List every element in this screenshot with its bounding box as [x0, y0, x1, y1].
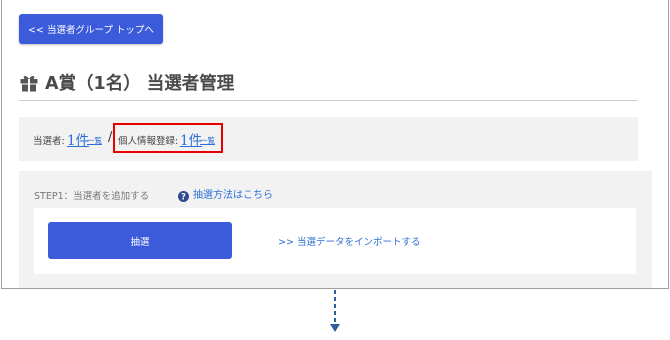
draw-lottery-button[interactable]: 抽選 [48, 222, 232, 259]
dashed-arrow-down-icon [330, 290, 340, 332]
import-winner-data-link[interactable]: >> 当選データをインポートする [278, 234, 420, 248]
svg-text:?: ? [181, 193, 186, 202]
step1-label: STEP1：当選者を追加する [34, 191, 150, 202]
winners-list-link[interactable]: 一覧 [87, 135, 102, 146]
winners-label: 当選者: [33, 136, 65, 147]
step1-panel: STEP1：当選者を追加する ? 抽選方法はこちら 抽選 >> 当選データをイン… [19, 171, 652, 288]
page-frame: << 当選者グループ トップへ A賞（1名） 当選者管理 当選者: 1件 一覧 … [1, 0, 669, 289]
summary-panel: 当選者: 1件 一覧 / 個人情報登録: 1件 一覧 [19, 117, 638, 161]
page-title: A賞（1名） 当選者管理 [19, 70, 234, 95]
title-divider [19, 100, 638, 101]
summary-separator: / [108, 130, 113, 145]
winners-count-link[interactable]: 1件 [67, 129, 89, 149]
personal-info-highlight-box [113, 123, 223, 153]
step1-action-panel: 抽選 >> 当選データをインポートする [34, 208, 636, 274]
question-circle-icon: ? [178, 187, 189, 203]
gift-icon [19, 73, 39, 93]
back-to-group-top-button[interactable]: << 当選者グループ トップへ [19, 14, 163, 44]
draw-method-help-link[interactable]: 抽選方法はこちら [193, 186, 273, 201]
page-title-text: A賞（1名） 当選者管理 [45, 74, 235, 94]
